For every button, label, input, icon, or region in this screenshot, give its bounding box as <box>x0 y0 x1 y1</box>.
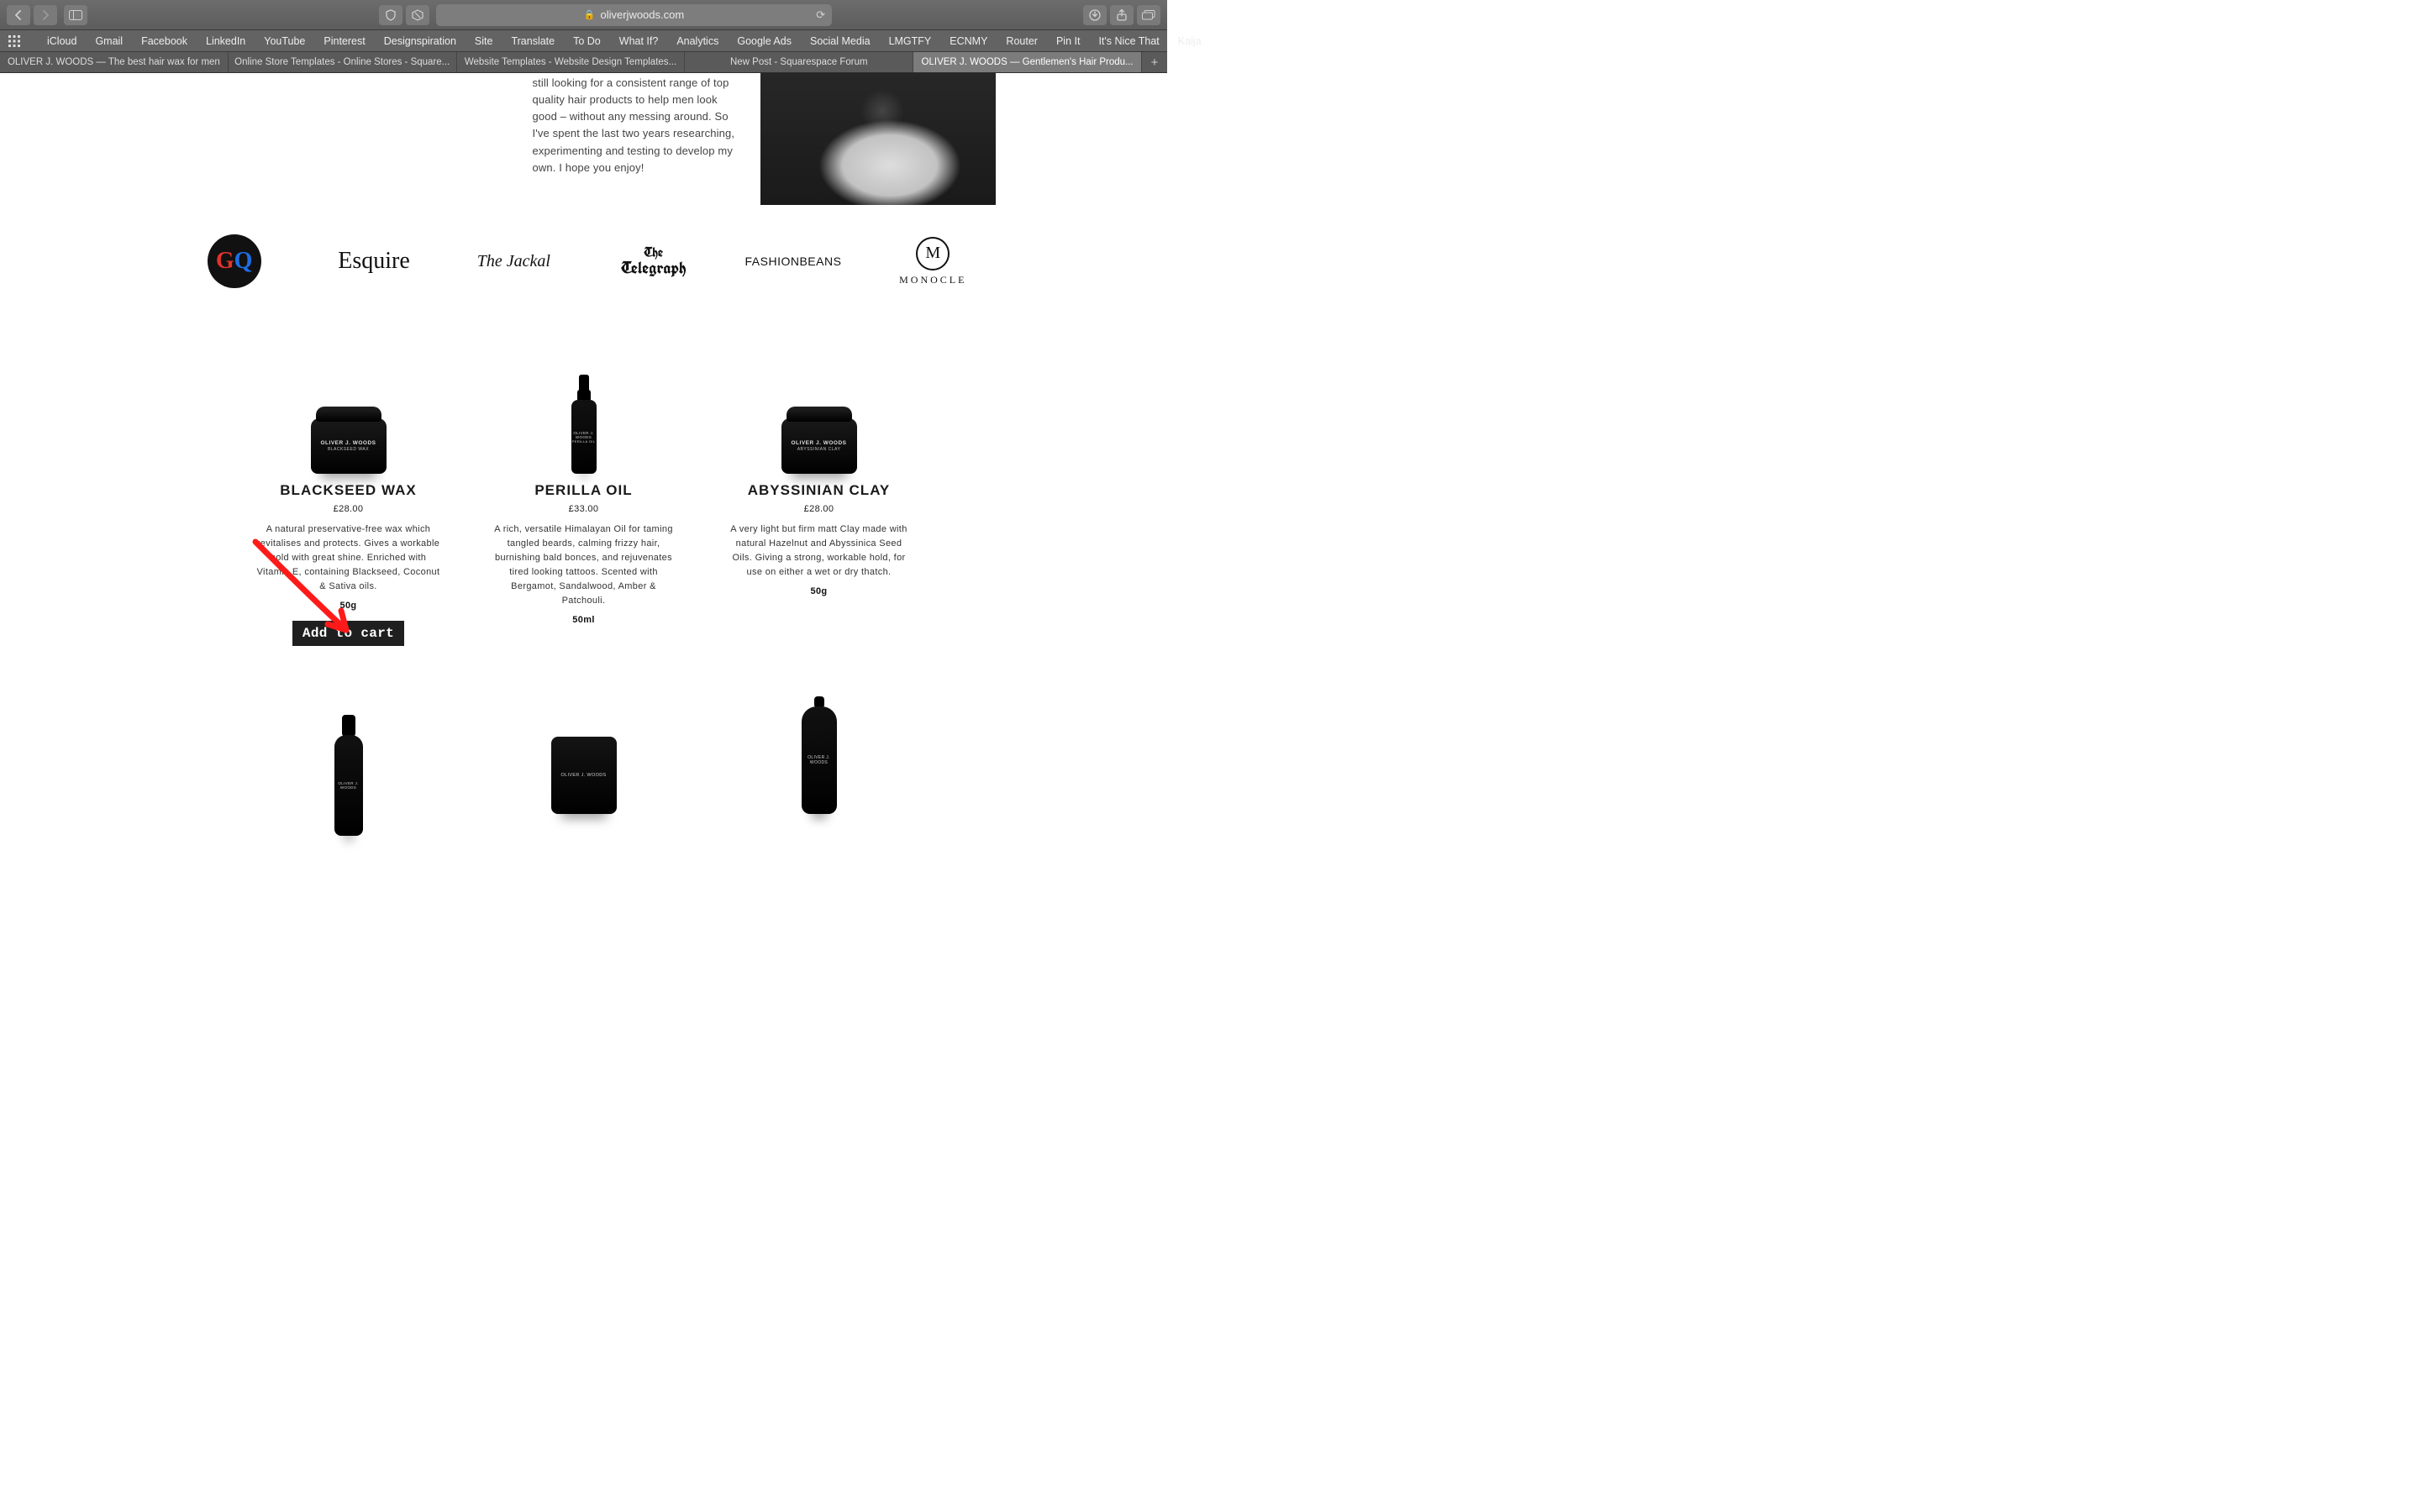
favorite-link[interactable]: Designspiration <box>384 35 456 47</box>
product-image: OLIVER J. WOODS <box>802 696 837 814</box>
product-description: A rich, versatile Himalayan Oil for tami… <box>483 522 685 608</box>
back-button[interactable] <box>7 5 30 25</box>
favorites-bar: iCloud Gmail Facebook LinkedIn YouTube Pinter… <box>0 30 1167 52</box>
favorite-link[interactable]: Translate <box>511 35 555 47</box>
product-salt-spray[interactable]: OLIVER J. WOODS <box>248 671 450 822</box>
product-size: 50g <box>248 601 450 611</box>
downloads-button[interactable] <box>1083 5 1107 25</box>
favorite-link[interactable]: Router <box>1006 35 1038 47</box>
favorite-link[interactable]: ECNMY <box>950 35 987 47</box>
product-image: OLIVER J. WOODS <box>551 737 617 814</box>
browser-tab[interactable]: Website Templates - Website Design Templ… <box>457 52 686 72</box>
favorite-link[interactable]: YouTube <box>264 35 305 47</box>
favorite-link[interactable]: Pin It <box>1056 35 1081 47</box>
browser-toolbar: 🔒 oliverjwoods.com ⟳ <box>0 0 1167 30</box>
browser-tab[interactable]: OLIVER J. WOODS — Gentlemen's Hair Produ… <box>913 52 1142 72</box>
product-perilla-oil[interactable]: OLIVER J. WOODSPERILLA OIL PERILLA OIL £… <box>483 348 685 646</box>
product-price: £28.00 <box>718 504 920 514</box>
favorite-link[interactable]: Social Media <box>810 35 871 47</box>
press-fashionbeans: FASHIONBEANS <box>731 234 855 289</box>
product-image: OLIVER J. WOODSABYSSINIAN CLAY <box>781 418 857 474</box>
privacy-report-button[interactable] <box>379 5 402 25</box>
extensions-button[interactable] <box>406 5 429 25</box>
browser-tab[interactable]: New Post - Squarespace Forum <box>685 52 913 72</box>
intro-photo <box>760 73 996 205</box>
products-grid: OLIVER J. WOODSBLACKSEED WAX BLACKSEED W… <box>239 348 929 646</box>
favorite-link[interactable]: To Do <box>573 35 601 47</box>
product-description: A very light but firm matt Clay made wit… <box>718 522 920 580</box>
reload-button[interactable]: ⟳ <box>816 8 825 22</box>
favorite-link[interactable]: LMGTFY <box>889 35 932 47</box>
favorite-link[interactable]: It's Nice That <box>1098 35 1159 47</box>
product-price: £33.00 <box>483 504 685 514</box>
product-description: A natural preservative-free wax which re… <box>248 522 450 594</box>
products-grid-row-2: OLIVER J. WOODS OLIVER J. WOODS OLIVER J… <box>239 671 929 822</box>
sidebar-toggle-button[interactable] <box>64 5 87 25</box>
favorite-link[interactable]: Google Ads <box>737 35 792 47</box>
favorite-link[interactable]: LinkedIn <box>206 35 245 47</box>
product-blackseed-wax[interactable]: OLIVER J. WOODSBLACKSEED WAX BLACKSEED W… <box>248 348 450 646</box>
press-jackal: The Jackal <box>451 234 576 289</box>
favorite-link[interactable]: What If? <box>619 35 659 47</box>
favorite-link[interactable]: iCloud <box>47 35 76 47</box>
press-esquire: Esquire <box>312 234 436 289</box>
product-size: 50g <box>718 586 920 596</box>
tab-bar: OLIVER J. WOODS — The best hair wax for … <box>0 52 1167 73</box>
page-content: still looking for a consistent range of … <box>0 73 1167 822</box>
browser-tab[interactable]: OLIVER J. WOODS — The best hair wax for … <box>0 52 229 72</box>
url-text: oliverjwoods.com <box>600 8 684 21</box>
favorite-link[interactable]: Analytics <box>676 35 718 47</box>
favorite-link[interactable]: Pinterest <box>324 35 365 47</box>
press-gq: GQ <box>172 234 297 289</box>
product-shampoo[interactable]: OLIVER J. WOODS <box>718 671 920 822</box>
apps-grid-icon[interactable] <box>8 35 20 47</box>
press-logos-row: GQ Esquire The Jackal TheTelegraph FASHI… <box>172 228 996 314</box>
address-bar[interactable]: 🔒 oliverjwoods.com ⟳ <box>436 4 832 26</box>
tabs-button[interactable] <box>1137 5 1160 25</box>
product-title: BLACKSEED WAX <box>248 482 450 499</box>
product-size: 50ml <box>483 615 685 625</box>
browser-tab[interactable]: Online Store Templates - Online Stores -… <box>229 52 457 72</box>
favorite-link[interactable]: Facebook <box>141 35 187 47</box>
favorite-link[interactable]: Gmail <box>95 35 123 47</box>
share-button[interactable] <box>1110 5 1134 25</box>
product-title: PERILLA OIL <box>483 482 685 499</box>
new-tab-button[interactable]: + <box>1142 52 1167 72</box>
forward-button[interactable] <box>34 5 57 25</box>
lock-icon: 🔒 <box>584 9 596 20</box>
product-image: OLIVER J. WOODSPERILLA OIL <box>571 375 597 474</box>
product-price: £28.00 <box>248 504 450 514</box>
press-telegraph: TheTelegraph <box>591 234 715 289</box>
product-image: OLIVER J. WOODSBLACKSEED WAX <box>311 418 387 474</box>
press-monocle: MMONOCLE <box>871 234 995 289</box>
intro-paragraph: still looking for a consistent range of … <box>533 73 744 205</box>
product-candle[interactable]: OLIVER J. WOODS <box>483 671 685 822</box>
add-to-cart-button[interactable]: Add to cart <box>292 621 404 646</box>
product-abyssinian-clay[interactable]: OLIVER J. WOODSABYSSINIAN CLAY ABYSSINIA… <box>718 348 920 646</box>
product-image: OLIVER J. WOODS <box>334 715 363 814</box>
favorite-link[interactable]: Kaija <box>1178 35 1202 47</box>
product-title: ABYSSINIAN CLAY <box>718 482 920 499</box>
favorite-link[interactable]: Site <box>475 35 493 47</box>
